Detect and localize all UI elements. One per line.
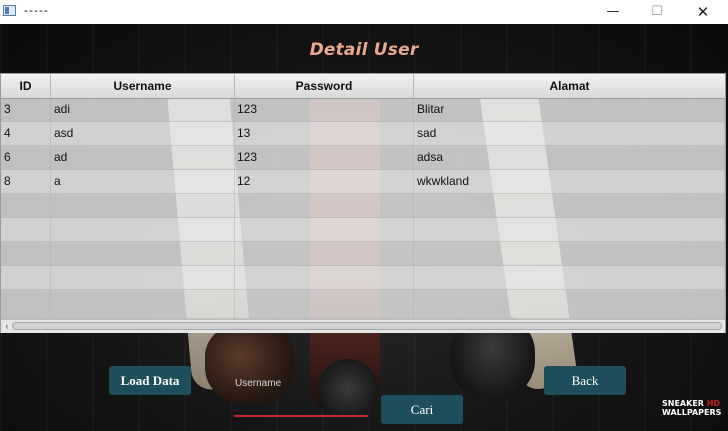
user-table[interactable]: ID Username Password Alamat 3 adi 123 Bl… <box>0 73 726 333</box>
logo-text-wallpapers: WALLPAPERS <box>662 408 722 417</box>
table-row[interactable]: 3 adi 123 Blitar <box>1 98 725 122</box>
empty-cell <box>235 194 414 218</box>
empty-table-row <box>1 194 725 218</box>
empty-cell <box>1 218 51 242</box>
empty-cell <box>51 218 235 242</box>
empty-table-row <box>1 266 725 290</box>
empty-cell <box>1 266 51 290</box>
maximize-button[interactable]: ☐ <box>634 0 680 24</box>
sneaker-hd-wallpapers-logo: SNEAKER HD WALLPAPERS <box>662 399 728 417</box>
empty-cell <box>51 266 235 290</box>
cell-password: 123 <box>235 146 414 170</box>
empty-cell <box>235 218 414 242</box>
empty-cell <box>235 266 414 290</box>
column-header-alamat[interactable]: Alamat <box>414 74 725 98</box>
window-title: ----- <box>24 4 49 17</box>
logo-text-sneaker: SNEAKER <box>662 399 704 408</box>
empty-cell <box>414 218 725 242</box>
column-header-password[interactable]: Password <box>235 74 414 98</box>
empty-table-row <box>1 290 725 319</box>
empty-cell <box>1 242 51 266</box>
sneaker-left-sole-image <box>205 324 295 404</box>
empty-cell <box>414 290 725 319</box>
app-window-icon <box>3 5 16 16</box>
cell-username: ad <box>51 146 235 170</box>
empty-cell <box>51 242 235 266</box>
table-header: ID Username Password Alamat <box>1 74 725 99</box>
cell-id: 4 <box>1 122 51 146</box>
cell-username: adi <box>51 98 235 122</box>
horizontal-scrollbar[interactable]: ‹ <box>1 319 725 333</box>
cell-alamat: sad <box>414 122 725 146</box>
cell-id: 6 <box>1 146 51 170</box>
cell-alamat: Blitar <box>414 98 725 122</box>
close-button[interactable]: ✕ <box>680 0 726 24</box>
empty-cell <box>414 242 725 266</box>
window-titlebar: ----- — ☐ ✕ <box>0 0 728 24</box>
cell-password: 12 <box>235 170 414 194</box>
cell-alamat: adsa <box>414 146 725 170</box>
empty-cell <box>51 194 235 218</box>
scrollbar-thumb[interactable] <box>12 322 722 330</box>
back-button[interactable]: Back <box>544 366 626 395</box>
cell-alamat: wkwkland <box>414 170 725 194</box>
minimize-button[interactable]: — <box>590 0 636 24</box>
logo-text-hd: HD <box>706 399 721 408</box>
empty-cell <box>1 194 51 218</box>
column-header-username[interactable]: Username <box>51 74 235 98</box>
cell-id: 8 <box>1 170 51 194</box>
empty-cell <box>235 242 414 266</box>
cell-id: 3 <box>1 98 51 122</box>
table-row[interactable]: 4 asd 13 sad <box>1 122 725 146</box>
empty-table-row <box>1 242 725 266</box>
empty-cell <box>235 290 414 319</box>
cari-button[interactable]: Cari <box>381 395 463 424</box>
empty-table-row <box>1 218 725 242</box>
empty-cell <box>414 194 725 218</box>
username-search-input[interactable] <box>234 399 368 417</box>
empty-cell <box>1 290 51 319</box>
cell-username: a <box>51 170 235 194</box>
cell-password: 13 <box>235 122 414 146</box>
load-data-button[interactable]: Load Data <box>109 366 191 395</box>
username-label: Username <box>235 378 282 389</box>
cell-password: 123 <box>235 98 414 122</box>
cell-username: asd <box>51 122 235 146</box>
empty-cell <box>51 290 235 319</box>
column-header-id[interactable]: ID <box>1 74 51 98</box>
table-row[interactable]: 8 a 12 wkwkland <box>1 170 725 194</box>
table-row[interactable]: 6 ad 123 adsa <box>1 146 725 170</box>
scroll-left-icon[interactable]: ‹ <box>2 320 12 333</box>
empty-cell <box>414 266 725 290</box>
page-title: Detail User <box>309 40 419 60</box>
